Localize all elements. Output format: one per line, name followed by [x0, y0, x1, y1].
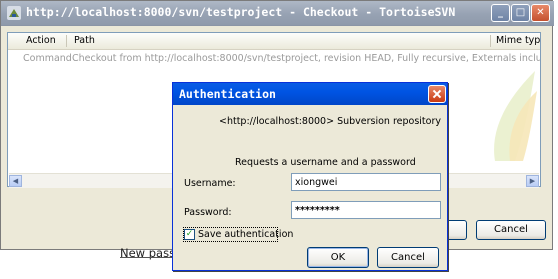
tortoise-watermark-icon — [494, 71, 537, 161]
checkout-window-title: http://localhost:8000/svn/testproject - … — [26, 5, 456, 19]
username-label: Username: — [184, 178, 236, 189]
auth-cancel-button[interactable]: Cancel — [377, 247, 439, 268]
column-header-mime-type[interactable]: Mime type — [496, 35, 540, 46]
auth-dialog-title: Authentication — [179, 87, 276, 101]
scroll-left-icon[interactable]: ◀ — [9, 175, 22, 187]
auth-ok-button[interactable]: OK — [307, 247, 369, 268]
column-header-path[interactable]: Path — [74, 35, 95, 46]
list-item[interactable]: Command Checkout from http://localhost:8… — [8, 51, 541, 65]
checkout-cancel-button[interactable]: Cancel — [476, 220, 546, 240]
row-action: Command — [23, 53, 72, 64]
list-header: Action Path Mime type — [8, 33, 540, 50]
tortoisesvn-icon — [7, 6, 21, 20]
password-label: Password: — [184, 207, 232, 218]
maximize-button[interactable]: □ — [511, 4, 530, 22]
username-field[interactable] — [291, 173, 441, 191]
auth-title-bar[interactable]: Authentication — [173, 83, 447, 105]
column-header-action[interactable]: Action — [26, 35, 56, 46]
save-auth-label[interactable]: Save authentication — [198, 229, 293, 240]
row-path: Checkout from http://localhost:8000/svn/… — [72, 53, 541, 64]
auth-close-button[interactable] — [428, 85, 446, 103]
close-button[interactable]: ✕ — [531, 4, 550, 22]
minimize-button[interactable]: _ — [491, 4, 510, 22]
checkout-title-bar[interactable]: http://localhost:8000/svn/testproject - … — [1, 1, 554, 26]
save-auth-checkbox[interactable]: ✓ — [184, 229, 195, 240]
scroll-right-icon[interactable]: ▶ — [526, 175, 539, 187]
auth-prompt-text: Requests a username and a password — [235, 157, 416, 168]
authentication-dialog: Authentication <http://localhost:8000> S… — [172, 82, 448, 271]
background-text: New pass — [120, 246, 176, 260]
password-field[interactable] — [291, 201, 441, 219]
repository-realm-text: <http://localhost:8000> Subversion repos… — [219, 116, 441, 127]
